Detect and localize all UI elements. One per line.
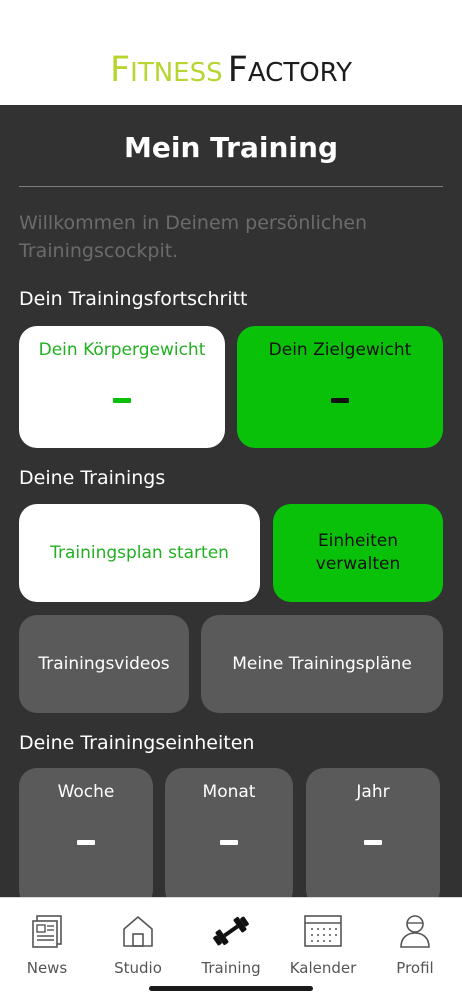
tab-training-label: Training bbox=[201, 959, 261, 977]
manage-units-button[interactable]: Einheiten verwalten bbox=[273, 504, 443, 602]
units-week-card[interactable]: Woche bbox=[19, 768, 153, 897]
logo-fitness-rest: ITNESS bbox=[130, 58, 223, 88]
my-plans-label: Meine Trainingspläne bbox=[232, 653, 412, 674]
videos-button[interactable]: Trainingsvideos bbox=[19, 615, 189, 713]
body-weight-label: Dein Körpergewicht bbox=[38, 340, 206, 360]
tab-studio-label: Studio bbox=[114, 959, 162, 977]
target-weight-card[interactable]: Dein Zielgewicht bbox=[237, 326, 443, 448]
logo-factory-rest: ACTORY bbox=[247, 58, 352, 88]
start-plan-button[interactable]: Trainingsplan starten bbox=[19, 504, 260, 602]
target-weight-value bbox=[331, 398, 349, 403]
home-icon bbox=[92, 912, 184, 950]
tab-news[interactable]: News bbox=[1, 912, 93, 977]
units-month-card[interactable]: Monat bbox=[165, 768, 293, 897]
logo-fitness-initial: F bbox=[110, 50, 131, 90]
body-weight-card[interactable]: Dein Körpergewicht bbox=[19, 326, 225, 448]
title-divider bbox=[19, 186, 443, 187]
welcome-text: Willkommen in Deinem persönlichen Traini… bbox=[19, 212, 368, 262]
units-month-value bbox=[220, 840, 238, 845]
progress-section-title: Dein Trainingsfortschritt bbox=[19, 288, 248, 310]
bottom-tab-bar: News Studio Training Kalender Profil bbox=[0, 897, 462, 1000]
tab-training[interactable]: Training bbox=[185, 912, 277, 977]
units-year-label: Jahr bbox=[356, 782, 390, 802]
target-weight-label: Dein Zielgewicht bbox=[268, 340, 412, 360]
units-year-value bbox=[364, 840, 382, 845]
units-week-label: Woche bbox=[57, 782, 115, 802]
start-plan-label: Trainingsplan starten bbox=[50, 542, 229, 563]
tab-profil-label: Profil bbox=[396, 959, 434, 977]
tab-studio[interactable]: Studio bbox=[92, 912, 184, 977]
videos-label: Trainingsvideos bbox=[38, 653, 170, 674]
manage-units-label: Einheiten verwalten bbox=[315, 531, 401, 574]
logo-factory-initial: F bbox=[227, 50, 248, 90]
units-section-title: Deine Trainingseinheiten bbox=[19, 732, 255, 754]
calendar-icon bbox=[277, 912, 369, 950]
tab-kalender-label: Kalender bbox=[289, 959, 357, 977]
body-weight-value bbox=[113, 398, 131, 403]
units-year-card[interactable]: Jahr bbox=[306, 768, 440, 897]
page-title: Mein Training bbox=[124, 131, 338, 164]
home-indicator[interactable] bbox=[149, 986, 313, 991]
brand-header: FITNESS FACTORY bbox=[0, 0, 462, 105]
brand-logo: FITNESS FACTORY bbox=[0, 50, 462, 90]
tab-profil[interactable]: Profil bbox=[369, 912, 461, 977]
tab-kalender[interactable]: Kalender bbox=[277, 912, 369, 977]
my-plans-button[interactable]: Meine Trainingspläne bbox=[201, 615, 443, 713]
trainings-section-title: Deine Trainings bbox=[19, 467, 166, 489]
units-week-value bbox=[77, 840, 95, 845]
tab-news-label: News bbox=[26, 959, 68, 977]
units-month-label: Monat bbox=[202, 782, 256, 802]
profile-icon bbox=[369, 912, 461, 950]
news-icon bbox=[1, 912, 93, 950]
training-dashboard[interactable]: Mein Training Willkommen in Deinem persö… bbox=[0, 105, 462, 897]
dumbbell-icon bbox=[185, 912, 277, 950]
